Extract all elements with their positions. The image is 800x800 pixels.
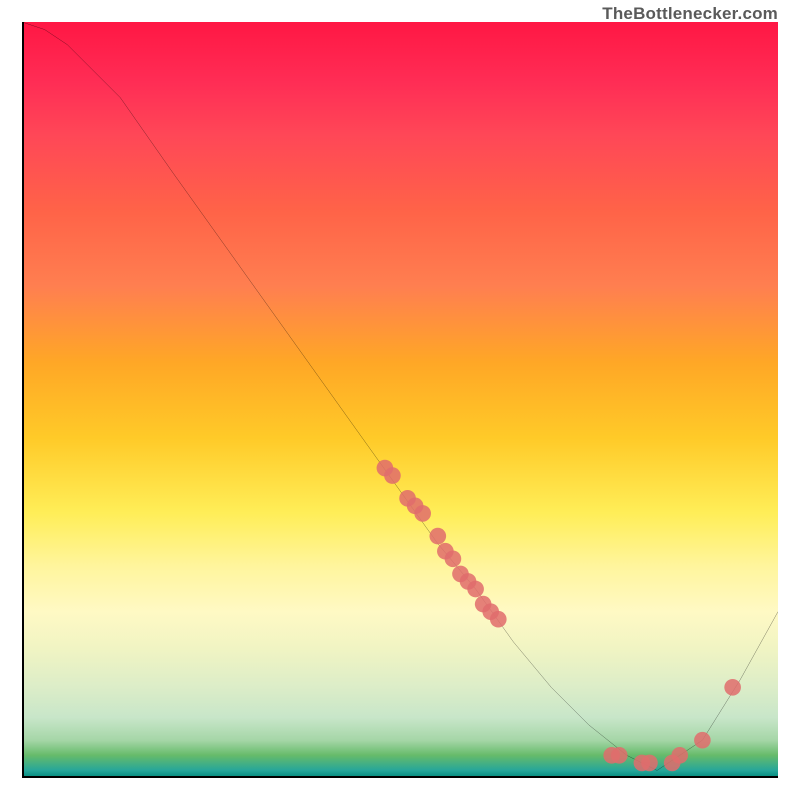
- watermark-text: TheBottlenecker.com: [602, 4, 778, 24]
- gradient-background: [22, 22, 778, 778]
- chart-container: TheBottlenecker.com: [0, 0, 800, 800]
